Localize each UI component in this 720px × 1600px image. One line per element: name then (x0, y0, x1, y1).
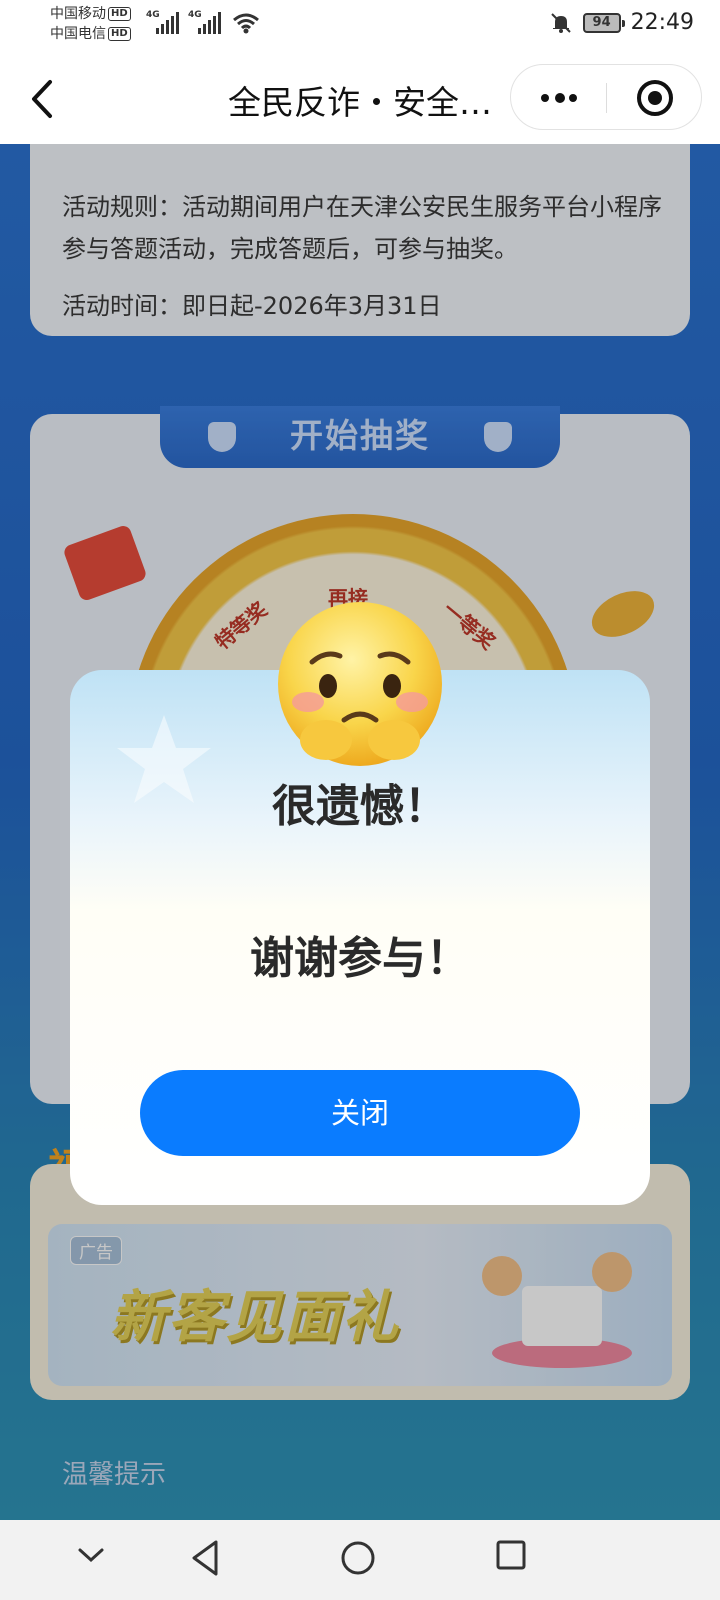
dialog-message: 谢谢参与！ (250, 933, 470, 984)
signal-icon-2: 4G (188, 10, 222, 34)
back-arrow-icon[interactable] (26, 76, 66, 122)
mute-bell-icon (550, 12, 571, 33)
carrier-1: 中国移动 (50, 6, 106, 22)
recents-square-icon[interactable] (494, 1538, 528, 1572)
signal-icon-1: 4G (146, 10, 180, 34)
page-title: 全民反诈・安全… (228, 83, 492, 122)
clock: 22:49 (630, 10, 694, 35)
hd-badge-2: HD (108, 27, 131, 41)
battery-icon: 94 (582, 12, 625, 33)
wifi-icon (233, 13, 259, 34)
close-miniprogram-icon[interactable] (637, 80, 673, 116)
miniprogram-capsule (510, 64, 702, 130)
status-bar: 中国移动 HD 中国电信 HD 4G 4G 94 22:49 (0, 0, 720, 54)
dialog-title: 很遗憾！ (272, 781, 448, 832)
nav-bar: 全民反诈・安全… (0, 54, 720, 144)
sad-face-icon (278, 602, 442, 766)
back-triangle-icon[interactable] (188, 1538, 222, 1578)
close-button[interactable]: 关闭 (140, 1070, 580, 1156)
carrier-2: 中国电信 (50, 26, 106, 42)
chevron-down-icon[interactable] (74, 1538, 108, 1572)
hd-badge-1: HD (108, 7, 131, 21)
more-menu-button[interactable] (511, 65, 607, 129)
system-nav-bar (0, 1520, 720, 1600)
home-circle-icon[interactable] (338, 1538, 378, 1578)
carrier-info: 中国移动 HD 中国电信 HD (50, 4, 131, 44)
capsule-divider (606, 83, 607, 113)
